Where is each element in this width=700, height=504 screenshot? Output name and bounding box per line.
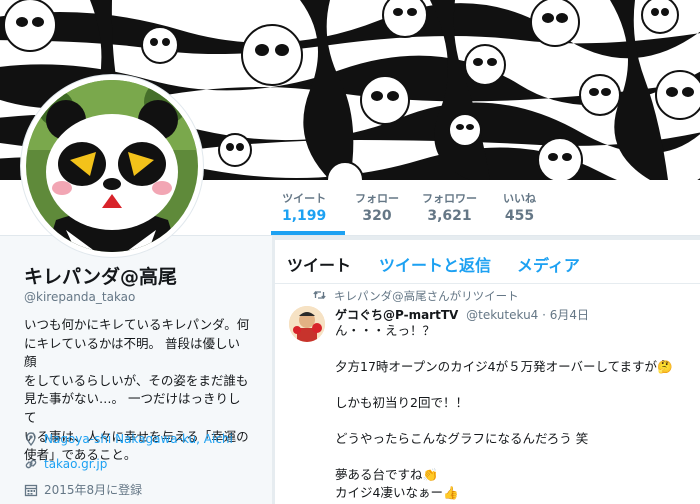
- nav-followers-label: フォロワー: [422, 192, 477, 205]
- retweet-text[interactable]: キレパンダ@高尾さんがリツイート: [334, 288, 519, 304]
- tweet-line-gap: [335, 376, 685, 394]
- tweet-author-handle[interactable]: @tekuteku4: [466, 308, 538, 322]
- tweet-line: カイジ4凄いなぁー👍: [335, 485, 459, 500]
- profile-joined: 2015年8月に登録: [24, 481, 142, 498]
- avatar[interactable]: [21, 75, 203, 257]
- location-icon: [24, 432, 38, 447]
- bio-line: いつも何かにキレているキレパンダ。何: [24, 317, 250, 332]
- tweet-line: ん・・・えっ！？: [335, 323, 436, 338]
- tab-tweets[interactable]: ツイート: [287, 252, 351, 276]
- link-icon: [24, 457, 38, 471]
- tweet-line-gap: [335, 412, 685, 430]
- nav-tweets-count: 1,199: [282, 208, 327, 224]
- tab-tweets-and-replies[interactable]: ツイートと返信: [379, 252, 491, 276]
- nav-followers-count: 3,621: [427, 208, 472, 224]
- retweet-context: キレパンダ@高尾さんがリツイート: [313, 288, 519, 304]
- tweet-date[interactable]: · 6月4日: [542, 308, 589, 322]
- nav-likes[interactable]: いいね 455: [503, 190, 536, 224]
- nav-likes-count: 455: [504, 208, 535, 224]
- bio-line: 見た事がない…。 一つだけはっきりして: [24, 391, 241, 425]
- tweet-author-name[interactable]: ゲコぐち@P-martTV: [335, 308, 458, 322]
- nav-following-label: フォロー: [355, 192, 399, 205]
- location-text: Nagoya-shi Nakagawa-ku, Aichi: [44, 432, 233, 446]
- tweet-line: 夕方17時オープンのカイジ4が５万発オーバーしてますが🤔: [335, 359, 673, 374]
- panda-avatar-image: [26, 80, 198, 252]
- tab-media[interactable]: メディア: [517, 252, 580, 276]
- tweet-line-gap: [335, 448, 685, 466]
- retweet-icon: [313, 289, 326, 303]
- nav-followers[interactable]: フォロワー 3,621: [422, 190, 477, 224]
- joined-text: 2015年8月に登録: [44, 483, 143, 497]
- bio-line: をしているらしいが、その姿をまだ誰も: [24, 372, 249, 388]
- tweet-line: しかも初当り2回で！！: [335, 395, 468, 410]
- nav-tweets[interactable]: ツイート 1,199: [282, 190, 326, 224]
- profile-name[interactable]: キレパンダ@高尾: [24, 262, 177, 289]
- profile-website[interactable]: takao.gr.jp: [24, 457, 107, 471]
- nav-likes-label: いいね: [503, 192, 536, 205]
- profile-handle[interactable]: @kirepanda_takao: [24, 290, 135, 304]
- website-link[interactable]: takao.gr.jp: [44, 457, 107, 471]
- nav-following-count: 320: [362, 208, 392, 224]
- tweet-author-avatar-image: [289, 306, 325, 342]
- nav-tweets-label: ツイート: [282, 192, 327, 205]
- tweet-line: どうやったらこんなグラフになるんだろう 笑: [335, 431, 589, 446]
- calendar-icon: [24, 483, 38, 497]
- nav-active-indicator: [271, 231, 345, 235]
- timeline: ツイート ツイートと返信 メディア キレパンダ@高尾さんがリツイート ゲコぐち@…: [275, 240, 700, 504]
- profile-location[interactable]: Nagoya-shi Nakagawa-ku, Aichi: [24, 432, 233, 447]
- tweet-line: 夢ある台ですね👏: [335, 467, 439, 482]
- timeline-tabs: ツイート ツイートと返信 メディア: [275, 240, 700, 284]
- tweet-text: ん・・・えっ！？ 夕方17時オープンのカイジ4が５万発オーバーしてますが🤔 しか…: [335, 322, 685, 502]
- tweet-header: ゲコぐち@P-martTV @tekuteku4 · 6月4日: [335, 306, 589, 323]
- tweet-author-avatar[interactable]: [289, 306, 325, 342]
- bio-line: にキレているかは不明。 普段は優しい顔: [24, 335, 240, 370]
- tweet-line-gap: [335, 340, 685, 358]
- nav-following[interactable]: フォロー 320: [355, 190, 399, 224]
